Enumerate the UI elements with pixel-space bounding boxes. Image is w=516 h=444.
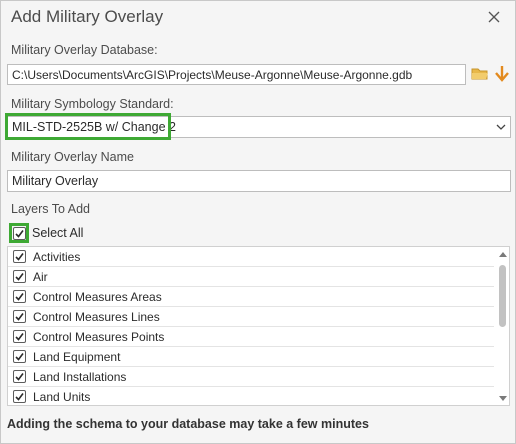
checkbox xyxy=(13,227,26,240)
close-icon xyxy=(488,11,500,23)
check-icon xyxy=(15,273,24,281)
close-button[interactable] xyxy=(485,8,503,26)
layer-label: Land Equipment xyxy=(33,350,121,364)
check-icon xyxy=(15,393,24,401)
layer-checkbox[interactable] xyxy=(13,390,26,403)
overlay-name-field[interactable]: Military Overlay xyxy=(7,170,511,192)
list-item[interactable]: Air xyxy=(8,267,494,287)
check-icon xyxy=(15,293,24,301)
folder-icon xyxy=(471,68,488,80)
layer-label: Air xyxy=(33,270,48,284)
symbology-label: Military Symbology Standard: xyxy=(11,97,174,111)
add-database-button[interactable] xyxy=(494,64,510,84)
layer-checkbox[interactable] xyxy=(13,250,26,263)
layer-checkbox[interactable] xyxy=(13,270,26,283)
dialog-title: Add Military Overlay xyxy=(11,7,164,26)
list-item[interactable]: Land Equipment xyxy=(8,347,494,367)
layer-label: Land Installations xyxy=(33,370,127,384)
layers-label: Layers To Add xyxy=(11,202,90,216)
layer-label: Land Units xyxy=(33,390,91,404)
layer-checkbox[interactable] xyxy=(13,330,26,343)
select-all-label[interactable]: Select All xyxy=(32,226,83,240)
list-item[interactable]: Control Measures Points xyxy=(8,327,494,347)
scroll-up-arrow-icon[interactable] xyxy=(498,250,508,258)
scroll-thumb[interactable] xyxy=(499,265,506,327)
layers-scrollbar[interactable] xyxy=(496,247,509,405)
layers-list: Activities Air Control Measures Areas Co… xyxy=(7,246,510,406)
layer-checkbox[interactable] xyxy=(13,310,26,323)
layer-label: Control Measures Areas xyxy=(33,290,162,304)
layer-checkbox[interactable] xyxy=(13,370,26,383)
chevron-down-icon xyxy=(496,124,506,130)
check-icon xyxy=(15,373,24,381)
layer-checkbox[interactable] xyxy=(13,350,26,363)
layer-label: Control Measures Points xyxy=(33,330,165,344)
footer-note: Adding the schema to your database may t… xyxy=(7,417,369,431)
list-item[interactable]: Land Units xyxy=(8,387,494,405)
layer-checkbox[interactable] xyxy=(13,290,26,303)
database-path-field[interactable]: C:\Users\Documents\ArcGIS\Projects\Meuse… xyxy=(7,64,466,85)
list-item[interactable]: Land Installations xyxy=(8,367,494,387)
add-military-overlay-dialog: Add Military Overlay Military Overlay Da… xyxy=(0,0,516,444)
check-icon xyxy=(15,353,24,361)
scroll-down-arrow-icon[interactable] xyxy=(498,395,508,403)
arrow-down-icon xyxy=(495,66,509,82)
browse-folder-button[interactable] xyxy=(471,65,489,83)
symbology-selected-value: MIL-STD-2525B w/ Change 2 xyxy=(12,120,176,134)
list-item[interactable]: Control Measures Lines xyxy=(8,307,494,327)
check-icon xyxy=(15,253,24,261)
list-item[interactable]: Activities xyxy=(8,247,494,267)
list-item[interactable]: Control Measures Areas xyxy=(8,287,494,307)
overlay-name-label: Military Overlay Name xyxy=(11,150,134,164)
select-all-checkbox[interactable] xyxy=(9,223,29,243)
layer-label: Control Measures Lines xyxy=(33,310,160,324)
symbology-select[interactable]: MIL-STD-2525B w/ Change 2 xyxy=(7,116,511,138)
layer-label: Activities xyxy=(33,250,81,264)
database-label: Military Overlay Database: xyxy=(11,43,158,57)
check-icon xyxy=(15,333,24,341)
check-icon xyxy=(15,230,24,238)
check-icon xyxy=(15,313,24,321)
